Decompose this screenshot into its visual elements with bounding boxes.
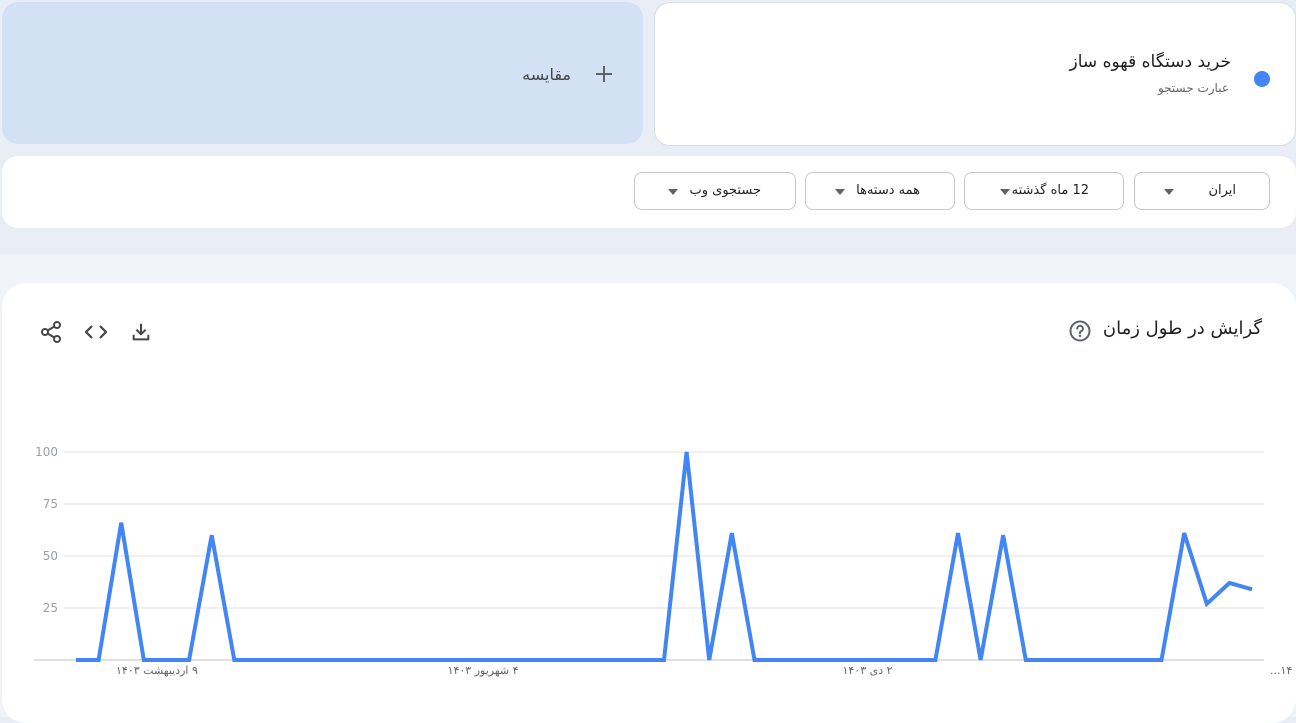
- trend-chart: 100 75 50 25 ۹ اردیبهشت ۱۴۰۳ ۴ شهریور ۱۴۰۳ ۲ د…: [34, 445, 1296, 677]
- x-tick-label: ۲ دی ۱۴۰۳: [842, 664, 892, 677]
- x-tick-label: ۴ شهریور ۱۴۰۳: [448, 664, 519, 677]
- y-tick-label: 25: [43, 601, 58, 615]
- y-tick-label: 75: [43, 497, 58, 511]
- x-tick-label: ۳۱ فروردین ۱۴...: [1270, 664, 1296, 677]
- y-tick-label: 50: [43, 549, 58, 563]
- x-tick-label: ۹ اردیبهشت ۱۴۰۳: [116, 664, 198, 677]
- y-tick-label: 100: [35, 445, 58, 459]
